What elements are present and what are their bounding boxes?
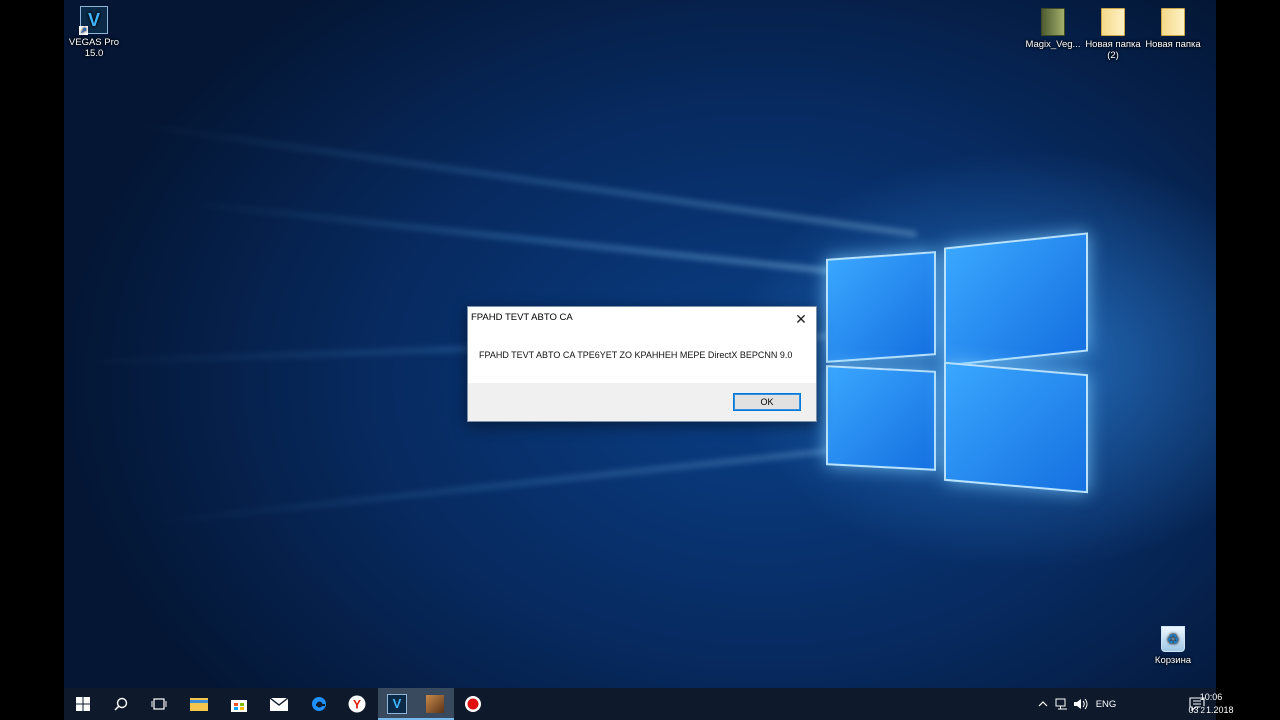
search-icon: [114, 697, 128, 711]
tray-chevron[interactable]: [1036, 688, 1050, 720]
recorder-button[interactable]: [454, 688, 492, 720]
logo-pane: [826, 251, 936, 363]
chevron-up-icon: [1038, 701, 1048, 707]
vegas-icon: V ↗: [79, 6, 108, 35]
volume-icon: [1074, 698, 1088, 710]
desktop-icon-magix-vegas[interactable]: Magix_Veg...: [1022, 8, 1084, 50]
desktop-icon-new-folder-2[interactable]: Новая папка (2): [1082, 8, 1144, 61]
logo-pane: [944, 232, 1088, 367]
desktop-icon-label: Новая папка: [1085, 39, 1141, 50]
network-button[interactable]: [1054, 688, 1070, 720]
desktop-icon-new-folder[interactable]: Новая папка: [1142, 8, 1204, 50]
taskbar: Y V ENG 10:06 03.01.2018 2: [64, 688, 1234, 720]
windows-logo-icon: [76, 697, 90, 711]
language-indicator[interactable]: ENG: [1094, 688, 1118, 720]
folder-icon: [1041, 8, 1065, 36]
light-beam: [123, 120, 917, 238]
app-taskbar-button[interactable]: [416, 688, 454, 720]
store-bag-icon: [231, 700, 247, 712]
logo-pane: [826, 365, 936, 471]
folder-icon: [1101, 8, 1125, 36]
start-button[interactable]: [64, 688, 102, 720]
file-explorer-icon: [190, 698, 208, 711]
task-view-icon: [151, 698, 167, 710]
dialog-footer: OK: [468, 383, 816, 421]
desktop-icon-vegas-pro[interactable]: V ↗ VEGAS Pro 15.0: [63, 6, 125, 59]
folder-icon: [1161, 8, 1185, 36]
notification-badge: 2: [1198, 706, 1207, 715]
edge-button[interactable]: [300, 688, 338, 720]
svg-text:Y: Y: [353, 698, 361, 712]
dialog-message: FPAHD TEVT ABTO CA TPE6YET ZO KPAHHEH ME…: [479, 350, 793, 360]
file-explorer-button[interactable]: [180, 688, 218, 720]
mail-icon: [270, 697, 288, 711]
search-button[interactable]: [102, 688, 140, 720]
vegas-icon: V: [387, 694, 407, 714]
store-button[interactable]: [220, 688, 258, 720]
desktop-icon-label: Magix_Veg...: [1025, 39, 1081, 50]
yandex-browser-icon: Y: [348, 695, 366, 713]
vegas-taskbar-button[interactable]: V: [378, 688, 416, 720]
desktop-icon-label: VEGAS Pro: [68, 37, 120, 48]
close-icon: ✕: [795, 311, 807, 327]
recycle-bin-icon: ♻: [1161, 626, 1185, 652]
mail-button[interactable]: [260, 688, 298, 720]
network-icon: [1055, 698, 1067, 710]
desktop-icon-recycle-bin[interactable]: ♻ Корзина: [1142, 626, 1204, 666]
action-center-button[interactable]: 2: [1182, 688, 1212, 720]
record-icon: [465, 696, 481, 712]
logo-pane: [944, 361, 1088, 494]
desktop-icon-label: Корзина: [1154, 655, 1192, 666]
ok-button[interactable]: OK: [733, 393, 801, 411]
desktop-icon-label: 15.0: [84, 48, 104, 59]
yandex-browser-button[interactable]: Y: [338, 688, 376, 720]
message-dialog: FPAHD TEVT ABTO CA ✕ FPAHD TEVT ABTO CA …: [467, 306, 817, 422]
desktop-icon-label: Новая папка: [1145, 39, 1201, 50]
light-beam: [143, 440, 901, 526]
desktop-icon-label: (2): [1107, 50, 1119, 61]
task-view-button[interactable]: [140, 688, 178, 720]
volume-button[interactable]: [1072, 688, 1090, 720]
app-thumbnail-icon: [426, 695, 444, 713]
close-button[interactable]: ✕: [788, 309, 814, 329]
edge-icon: [312, 697, 326, 711]
dialog-title: FPAHD TEVT ABTO CA: [471, 312, 573, 323]
light-beam: [183, 200, 901, 282]
